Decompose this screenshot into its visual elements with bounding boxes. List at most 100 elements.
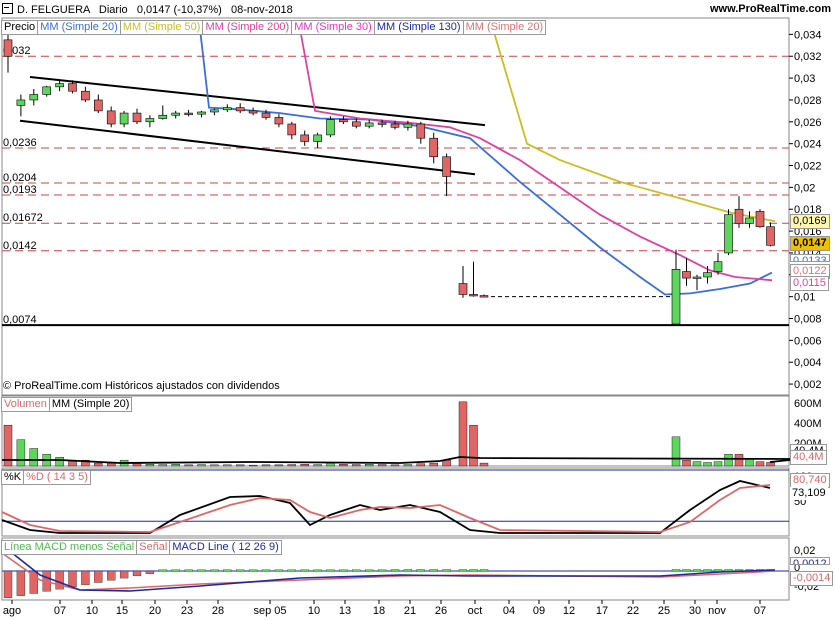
legend-mm50[interactable]: MM (Simple 50) [119, 20, 204, 35]
macd-hist-bar [119, 570, 129, 579]
legend-stoch-d[interactable]: %D ( 14 3 5) [23, 470, 91, 485]
macd-hist-bar [692, 569, 702, 572]
candle-body [119, 112, 129, 125]
volume-bar [210, 464, 219, 467]
candle-body [326, 119, 335, 136]
candle-body [171, 112, 180, 116]
candle-body [416, 123, 426, 139]
macd-hist-bar [94, 570, 103, 583]
macd-hist-bar [68, 570, 77, 588]
volume-bar [313, 464, 322, 467]
macd-hist-bar [416, 569, 425, 572]
x-tick-label: oct [468, 605, 483, 617]
legend-macd-hist[interactable]: Línea MACD menos Señal [1, 540, 138, 555]
price-tick-label: 0,006 [794, 335, 822, 347]
candle-body [106, 110, 116, 125]
volume-bar [734, 454, 744, 467]
macd-hist-bar [171, 569, 180, 572]
volume-bar [16, 439, 26, 467]
legend-volume-mm[interactable]: MM (Simple 20) [48, 397, 133, 412]
candle-body [682, 271, 691, 279]
candle-body [287, 123, 297, 136]
tag-stoch-k: 73,109 [790, 487, 828, 500]
tag-last-price: 0,0147 [790, 236, 830, 251]
legend-mm200[interactable]: MM (Simple 200) [202, 20, 293, 35]
candle-body [724, 214, 733, 254]
legend-price[interactable]: Precio [1, 20, 39, 35]
volume-bar [145, 464, 155, 467]
volume-bar [184, 464, 193, 467]
tag-macd-b: -0,0014 [790, 571, 834, 586]
x-tick-label: 07 [54, 605, 66, 617]
x-tick-label: 12 [563, 605, 575, 617]
macd-hist-bar [132, 570, 142, 577]
candle-body [210, 109, 219, 113]
volume-bar [339, 464, 348, 467]
legend-mm30[interactable]: MM (Simple 30) [291, 20, 375, 35]
legend-macd-signal[interactable]: Señal [136, 540, 171, 555]
x-tick-label: 21 [404, 605, 416, 617]
macd-hist-bar [429, 569, 438, 572]
legend-mm20b[interactable]: MM (Simple 20) [462, 20, 547, 35]
macd-hist-bar [197, 569, 206, 572]
volume-bar [755, 461, 765, 467]
volume-bar [158, 464, 168, 467]
candle-body [235, 107, 245, 112]
price-tick-label: 0,03 [794, 73, 815, 85]
macd-hist-bar [223, 569, 232, 572]
price-tick-label: 0,008 [794, 314, 822, 326]
mm200-line [299, 28, 773, 282]
legend-volume[interactable]: Volumen [1, 397, 50, 412]
volume-bar [248, 464, 258, 467]
x-tick-label: sep 05 [253, 605, 286, 617]
legend-mm20[interactable]: MM (Simple 20) [37, 20, 121, 35]
macd-hist-bar [458, 569, 468, 572]
tag-macd-a: 0,0012 [790, 557, 830, 565]
legend-stoch-k[interactable]: %K [1, 470, 25, 485]
legend-mm130[interactable]: MM (Simple 130) [373, 20, 464, 35]
support-level-label: 0,0204 [3, 172, 37, 184]
macd-hist-bar [145, 570, 155, 574]
x-tick-label: 18 [373, 605, 385, 617]
candle-body [692, 276, 702, 279]
candle-body [197, 111, 206, 115]
volume-bar [682, 459, 691, 467]
support-level-label: 0,01672 [3, 212, 43, 224]
macd-hist-bar [442, 569, 451, 572]
macd-hist-bar [469, 569, 478, 572]
mm50-line [492, 28, 776, 223]
price-tick-label: 0,02 [794, 182, 815, 194]
volume-bar [197, 464, 206, 467]
volume-bar [469, 424, 478, 467]
price-tick-label: 0,034 [794, 29, 822, 41]
volume-bar [352, 464, 361, 467]
x-tick-label: 04 [503, 605, 515, 617]
volume-bar [671, 436, 681, 467]
candle-body [223, 107, 232, 111]
candle-body [766, 226, 775, 246]
support-level-label: 0,0142 [3, 240, 37, 252]
volume-tick-label: 600M [794, 398, 822, 410]
candle-body [755, 211, 765, 228]
tag-volume: 40,4M [790, 450, 827, 465]
candle-body [132, 112, 142, 123]
candle-body [55, 83, 64, 88]
volume-bar [766, 462, 775, 467]
macd-hist-bar [81, 570, 90, 585]
macd-hist-bar [339, 569, 348, 572]
candle-body [248, 110, 258, 114]
macd-hist-bar [287, 569, 296, 572]
price-tick-label: 0,01 [794, 292, 815, 304]
support-level-label: 0,0193 [3, 184, 37, 196]
candle-body [274, 117, 284, 125]
candle-body [734, 208, 744, 224]
candle-body [42, 86, 52, 95]
volume-bar [692, 461, 702, 467]
legend-macd-line[interactable]: MACD Line ( 12 26 9) [169, 540, 282, 555]
volume-bar [479, 462, 489, 467]
price-tick-label: 0,024 [794, 139, 822, 151]
candle-body [16, 99, 26, 106]
stoch-panel-frame [1, 467, 790, 537]
candle-body [3, 39, 13, 57]
chart-canvas[interactable]: 0,0340,0320,030,0280,0260,0240,0220,020,… [0, 0, 835, 620]
